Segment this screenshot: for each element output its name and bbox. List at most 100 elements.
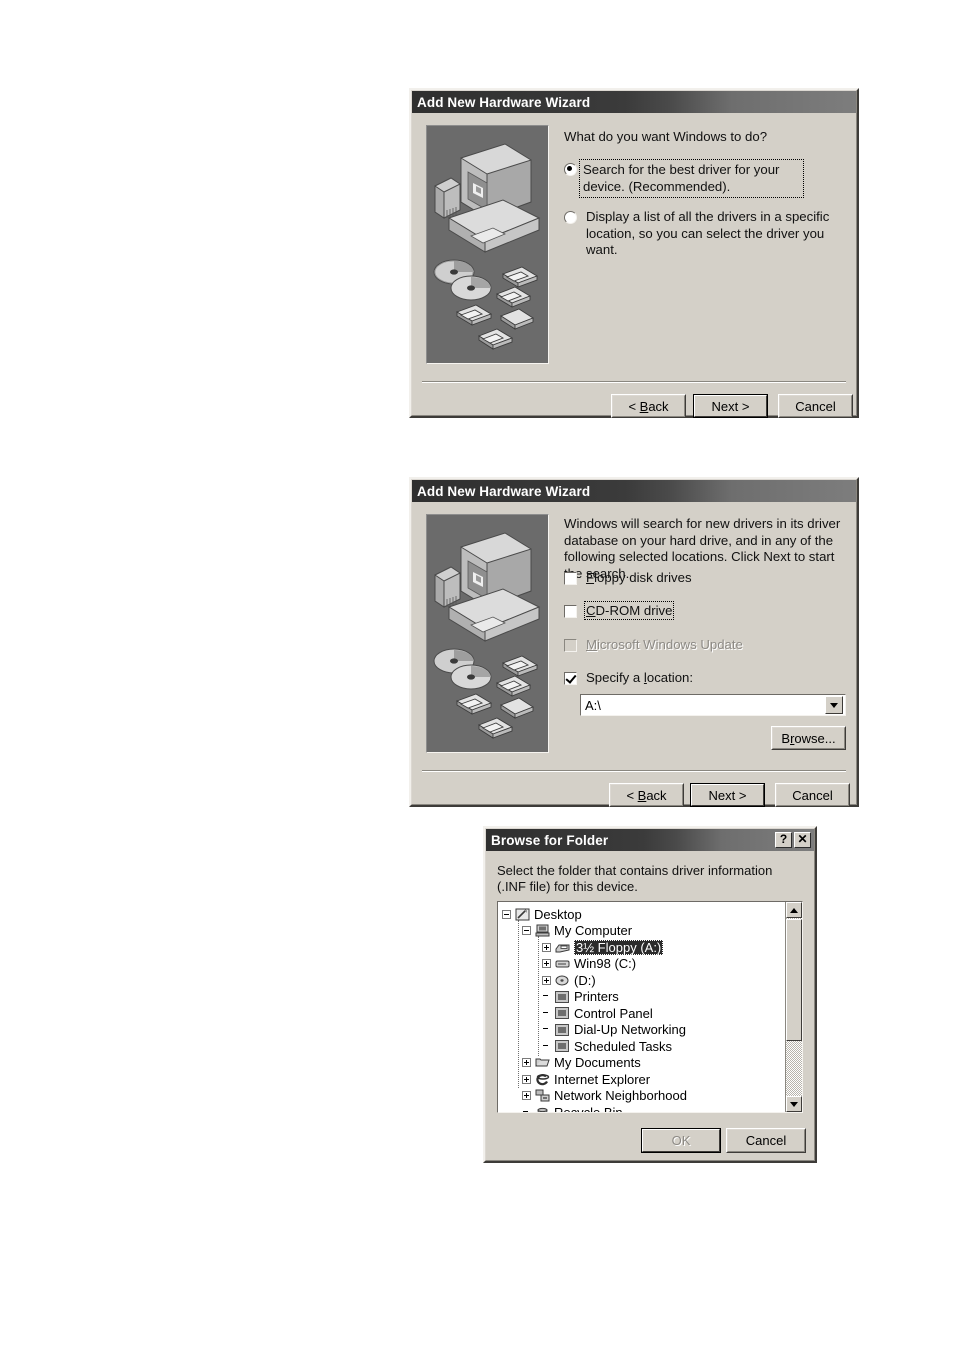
expand-icon[interactable] <box>522 1058 531 1068</box>
back-button-label: < Back <box>628 398 669 414</box>
scroll-down-icon[interactable] <box>786 1096 802 1112</box>
dialog1-title: Add New Hardware Wizard <box>417 94 591 110</box>
cancel-button[interactable]: Cancel <box>775 783 850 807</box>
checkbox-indicator-windows-update <box>564 639 577 652</box>
checkbox-label-specify-a-location: Specify a location: <box>586 670 694 685</box>
tree-item-floppy-a[interactable]: 3½ Floppy (A:) <box>498 939 802 956</box>
expand-icon[interactable] <box>542 959 551 969</box>
dialog3-title: Browse for Folder <box>491 832 609 848</box>
tree-label: Dial-Up Networking <box>574 1022 686 1038</box>
add-new-hardware-wizard-dialog-1: Add New Hardware Wizard What do you want… <box>409 88 859 418</box>
floppy-icon <box>554 940 570 954</box>
dialog2-separator <box>422 770 846 772</box>
cancel-button-label: Cancel <box>795 398 836 414</box>
no-expander <box>522 1108 531 1112</box>
recycle-bin-icon <box>534 1105 550 1112</box>
tree-item-my-computer[interactable]: My Computer <box>498 923 802 940</box>
radio-indicator-selected[interactable] <box>564 163 577 176</box>
back-button-label: < Back <box>626 787 667 803</box>
dialup-icon <box>554 1023 570 1037</box>
checkbox-cd-rom-drive[interactable]: CD-ROM drive <box>564 601 675 620</box>
dialog1-titlebar[interactable]: Add New Hardware Wizard <box>412 91 856 113</box>
checkbox-indicator-specify-location[interactable] <box>564 672 577 685</box>
help-icon[interactable]: ? <box>775 832 792 848</box>
expand-icon[interactable] <box>542 942 551 952</box>
checkbox-floppy-disk-drives[interactable]: Floppy disk drives <box>564 570 692 585</box>
expand-icon[interactable] <box>522 1074 531 1084</box>
folder-tree[interactable]: Desktop My Computer 3½ Floppy (A:) Win98… <box>497 901 803 1113</box>
cancel-button[interactable]: Cancel <box>726 1128 806 1153</box>
back-button[interactable]: < Back <box>609 783 684 807</box>
printers-icon <box>554 990 570 1004</box>
browse-button-label: Browse... <box>781 730 836 746</box>
cancel-button-label: Cancel <box>792 787 833 803</box>
control-panel-icon <box>554 1006 570 1020</box>
checkbox-indicator-floppy[interactable] <box>564 572 577 585</box>
tree-label: (D:) <box>574 972 596 988</box>
tree-item-recycle-bin[interactable]: Recycle Bin <box>498 1104 802 1113</box>
tree-item-scheduled-tasks[interactable]: Scheduled Tasks <box>498 1038 802 1055</box>
tree-label: My Documents <box>554 1055 641 1071</box>
close-icon[interactable]: ✕ <box>794 832 811 848</box>
location-combobox-value[interactable]: A:\ <box>581 698 825 713</box>
dialog3-prompt: Select the folder that contains driver i… <box>497 863 773 894</box>
network-icon <box>534 1089 550 1103</box>
checkbox-specify-a-location[interactable]: Specify a location: <box>564 670 693 685</box>
browse-for-folder-dialog: Browse for Folder ? ✕ Select the folder … <box>483 826 817 1163</box>
dialog2-titlebar[interactable]: Add New Hardware Wizard <box>412 480 856 502</box>
chevron-down-icon[interactable] <box>825 696 843 714</box>
tree-item-d-drive[interactable]: (D:) <box>498 972 802 989</box>
tree-item-printers[interactable]: Printers <box>498 989 802 1006</box>
dialog3-titlebar[interactable]: Browse for Folder ? ✕ <box>486 829 814 851</box>
tree-item-win98-c[interactable]: Win98 (C:) <box>498 956 802 973</box>
tree-label: Network Neighborhood <box>554 1088 687 1104</box>
tree-label: Recycle Bin <box>554 1104 623 1113</box>
radio-label-display-driver-list: Display a list of all the drivers in a s… <box>586 209 830 257</box>
location-combobox[interactable]: A:\ <box>580 694 846 716</box>
checkbox-label-microsoft-windows-update: Microsoft Windows Update <box>586 637 743 652</box>
no-expander <box>542 1025 551 1034</box>
tree-label-selected: 3½ Floppy (A:) <box>574 939 664 955</box>
ok-button: OK <box>641 1128 721 1153</box>
radio-label-search-best-driver: Search for the best driver for your devi… <box>579 159 804 198</box>
expand-icon[interactable] <box>522 1091 531 1101</box>
tree-label: Win98 (C:) <box>574 956 637 972</box>
checkbox-label-floppy-disk-drives: Floppy disk drives <box>586 570 692 585</box>
radio-display-driver-list[interactable]: Display a list of all the drivers in a s… <box>564 209 830 259</box>
my-documents-icon <box>534 1056 550 1070</box>
no-expander <box>542 992 551 1001</box>
cancel-button[interactable]: Cancel <box>778 394 853 418</box>
tree-label: Scheduled Tasks <box>574 1038 673 1054</box>
collapse-icon[interactable] <box>522 926 531 936</box>
checkbox-microsoft-windows-update: Microsoft Windows Update <box>564 637 743 652</box>
tree-label: Internet Explorer <box>554 1071 651 1087</box>
hardware-art-svg <box>433 143 541 350</box>
collapse-icon[interactable] <box>502 909 511 919</box>
radio-search-best-driver[interactable]: Search for the best driver for your devi… <box>564 159 804 198</box>
back-button[interactable]: < Back <box>611 394 686 418</box>
next-button[interactable]: Next > <box>693 394 768 418</box>
dialog1-separator <box>422 381 846 383</box>
tree-vertical-scrollbar[interactable] <box>785 902 802 1112</box>
hardware-art-svg <box>433 532 541 739</box>
next-button-label: Next > <box>708 787 747 803</box>
harddisk-icon <box>554 957 570 971</box>
checkbox-indicator-cdrom[interactable] <box>564 605 577 618</box>
add-new-hardware-wizard-dialog-2: Add New Hardware Wizard Windows will sea… <box>409 477 859 807</box>
expand-icon[interactable] <box>542 975 551 985</box>
next-button[interactable]: Next > <box>690 783 765 807</box>
tree-item-dial-up-networking[interactable]: Dial-Up Networking <box>498 1022 802 1039</box>
radio-indicator-unselected[interactable] <box>564 211 577 224</box>
internet-explorer-icon <box>534 1072 550 1086</box>
scrollbar-thumb[interactable] <box>786 919 802 1041</box>
tree-list: Desktop My Computer 3½ Floppy (A:) Win98… <box>498 902 802 1113</box>
tree-item-my-documents[interactable]: My Documents <box>498 1055 802 1072</box>
tree-item-network-neighborhood[interactable]: Network Neighborhood <box>498 1088 802 1105</box>
tree-item-control-panel[interactable]: Control Panel <box>498 1005 802 1022</box>
scroll-up-icon[interactable] <box>786 902 802 918</box>
tree-item-internet-explorer[interactable]: Internet Explorer <box>498 1071 802 1088</box>
tree-label: Printers <box>574 989 619 1005</box>
tree-item-desktop[interactable]: Desktop <box>498 906 802 923</box>
desktop-icon <box>514 907 530 921</box>
browse-button[interactable]: Browse... <box>771 726 846 750</box>
